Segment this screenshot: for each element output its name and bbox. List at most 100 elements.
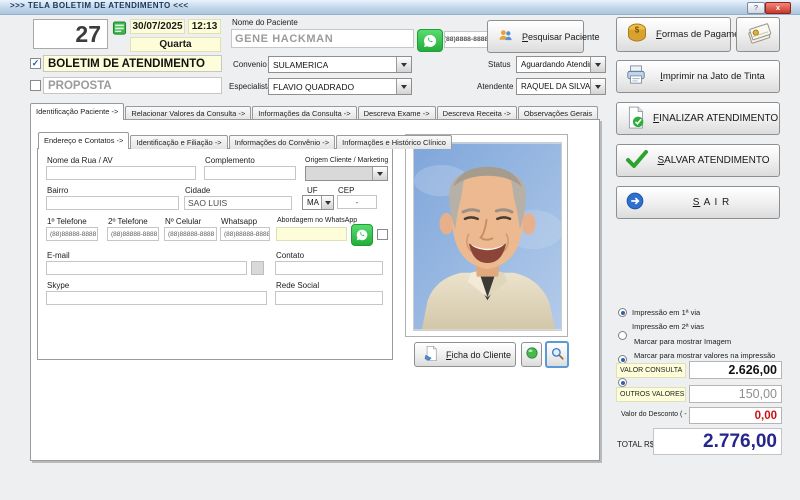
street-input[interactable] — [46, 166, 196, 180]
origin-select[interactable] — [305, 166, 388, 181]
abordagem-input[interactable] — [276, 227, 347, 241]
envelope-money-icon — [744, 20, 772, 49]
radio-impressao-2vias[interactable] — [618, 331, 627, 340]
main-tabstrip: Identificação Paciente -> Relacionar Val… — [30, 104, 598, 120]
tel1-input[interactable]: (88)88888-8888 — [46, 227, 98, 241]
document-check-icon — [625, 106, 646, 132]
email-label: E-mail — [47, 251, 70, 260]
patient-phone-field[interactable]: (88)8888-8888 — [444, 31, 488, 48]
desconto-value[interactable]: 0,00 — [689, 407, 782, 424]
contato-label: Contato — [276, 251, 304, 260]
inner-tab-convenio[interactable]: Informações do Convênio -> — [229, 135, 335, 149]
payment-methods-button[interactable]: $ Formas de Pagamento — [616, 17, 731, 52]
photo-status-button[interactable] — [521, 342, 542, 367]
tab-descreva-receita[interactable]: Descreva Receita -> — [437, 106, 517, 120]
contato-input[interactable] — [275, 261, 383, 275]
chevron-down-icon — [396, 57, 411, 72]
cheque-button[interactable] — [736, 17, 780, 52]
bairro-label: Bairro — [47, 186, 68, 195]
inner-tab-endereco[interactable]: Endereço e Contatos -> — [38, 132, 129, 149]
ficha-cliente-button[interactable]: Ficha do Cliente — [414, 342, 516, 367]
chevron-down-icon — [372, 167, 387, 180]
cep-input[interactable]: - — [337, 195, 377, 209]
email-extra-box[interactable] — [251, 261, 264, 275]
attendance-number-field[interactable]: 27 — [33, 19, 108, 49]
green-dot-icon — [526, 347, 538, 362]
boletim-checkbox[interactable] — [30, 58, 41, 69]
radio-mostrar-valores[interactable] — [618, 378, 627, 387]
tab-observacoes-gerais[interactable]: Observações Gerais — [518, 106, 598, 120]
email-input[interactable] — [46, 261, 247, 275]
tab-identificacao-paciente[interactable]: Identificação Paciente -> — [30, 103, 124, 120]
boletim-window: >>> TELA BOLETIM DE ATENDIMENTO <<< ? x … — [0, 0, 800, 500]
calendar-icon[interactable] — [112, 21, 127, 40]
valor-consulta-value[interactable]: 2.626,00 — [689, 361, 782, 379]
exit-arrow-icon — [625, 191, 645, 214]
status-label: Status — [488, 60, 511, 69]
tab-relacionar-valores[interactable]: Relacionar Valores da Consulta -> — [125, 106, 251, 120]
skype-label: Skype — [47, 281, 69, 290]
status-select[interactable]: Aguardando Atendimento — [516, 56, 606, 73]
outros-valores-label: OUTROS VALORES — [616, 387, 686, 402]
convenio-label: Convenio — [233, 60, 267, 69]
complement-input[interactable] — [204, 166, 296, 180]
tab-descreva-exame[interactable]: Descreva Exame -> — [358, 106, 436, 120]
desconto-label: Valor do Desconto ( - ) — [621, 411, 691, 418]
whatsapp-icon[interactable] — [417, 29, 443, 52]
total-value: 2.776,00 — [653, 428, 782, 455]
rede-social-label: Rede Social — [276, 281, 319, 290]
complement-label: Complemento — [205, 156, 255, 165]
convenio-value: SULAMERICA — [273, 60, 328, 70]
client-photo — [413, 142, 562, 331]
abordagem-label: Abordagem no WhatsApp — [277, 217, 357, 224]
celular-label: Nº Celular — [165, 217, 201, 226]
outros-valores-value[interactable]: 150,00 — [689, 385, 782, 403]
proposta-checkbox[interactable] — [30, 80, 41, 91]
uf-label: UF — [307, 186, 318, 195]
patient-name-label: Nome do Paciente — [232, 18, 298, 27]
finalize-button[interactable]: FINALIZAR ATENDIMENTO — [616, 102, 780, 135]
especialista-select[interactable]: FLAVIO QUADRADO — [268, 78, 412, 95]
chevron-down-icon — [321, 196, 333, 209]
save-button[interactable]: SALVAR ATENDIMENTO — [616, 144, 780, 177]
tab-informacoes-consulta[interactable]: Informações da Consulta -> — [252, 106, 356, 120]
inner-tab-historico[interactable]: Informações e Histórico Clínico — [336, 135, 452, 149]
search-patient-button[interactable]: Pesquisar Paciente — [487, 20, 584, 53]
close-button[interactable]: x — [765, 2, 791, 14]
exit-button[interactable]: S A I R — [616, 186, 780, 219]
magnifier-icon — [550, 346, 565, 364]
whatsapp-input[interactable]: (88)88888-8888 — [220, 227, 270, 241]
patient-name-input[interactable]: GENE HACKMAN — [231, 29, 414, 48]
time-field: 12:13 — [188, 19, 221, 34]
whatsapp-optin-checkbox[interactable] — [377, 229, 388, 240]
inner-tab-identificacao[interactable]: Identificação e Filiação -> — [130, 135, 227, 149]
rede-social-input[interactable] — [275, 291, 383, 305]
uf-select[interactable]: MA — [302, 195, 334, 210]
radio-impressao-1via-label: Impressão em 1ª via — [632, 308, 700, 317]
chevron-down-icon — [590, 57, 605, 72]
atendente-value: RAQUEL DA SILVA — [521, 82, 590, 91]
help-button[interactable]: ? — [747, 2, 765, 14]
chevron-down-icon — [396, 79, 411, 94]
convenio-select[interactable]: SULAMERICA — [268, 56, 412, 73]
origin-label: Origem Cliente / Marketing — [305, 157, 388, 164]
celular-input[interactable]: (88)88888-8888 — [164, 227, 217, 241]
printer-icon — [625, 65, 647, 88]
especialista-label: Especialista — [229, 82, 272, 91]
whatsapp-label: Whatsapp — [221, 217, 257, 226]
photo-zoom-button[interactable] — [545, 341, 569, 368]
radio-mostrar-valores-label: Marcar para mostrar valores na impressão — [634, 351, 775, 360]
total-label: TOTAL R$ — [617, 440, 654, 449]
atendente-select[interactable]: RAQUEL DA SILVA — [516, 78, 606, 95]
tel2-label: 2º Telefone — [108, 217, 148, 226]
contact-tabstrip: Endereço e Contatos -> Identificação e F… — [38, 133, 452, 149]
cep-label: CEP — [338, 186, 354, 195]
radio-impressao-1via[interactable] — [618, 308, 627, 317]
whatsapp-icon[interactable] — [351, 224, 373, 246]
tel2-input[interactable]: (88)88888-8888 — [107, 227, 159, 241]
cidade-input[interactable]: SAO LUIS — [184, 196, 292, 210]
bairro-input[interactable] — [46, 196, 179, 210]
print-inkjet-button[interactable]: Imprimir na Jato de Tinta — [616, 60, 780, 93]
boletim-field: BOLETIM DE ATENDIMENTO — [43, 55, 222, 72]
skype-input[interactable] — [46, 291, 267, 305]
